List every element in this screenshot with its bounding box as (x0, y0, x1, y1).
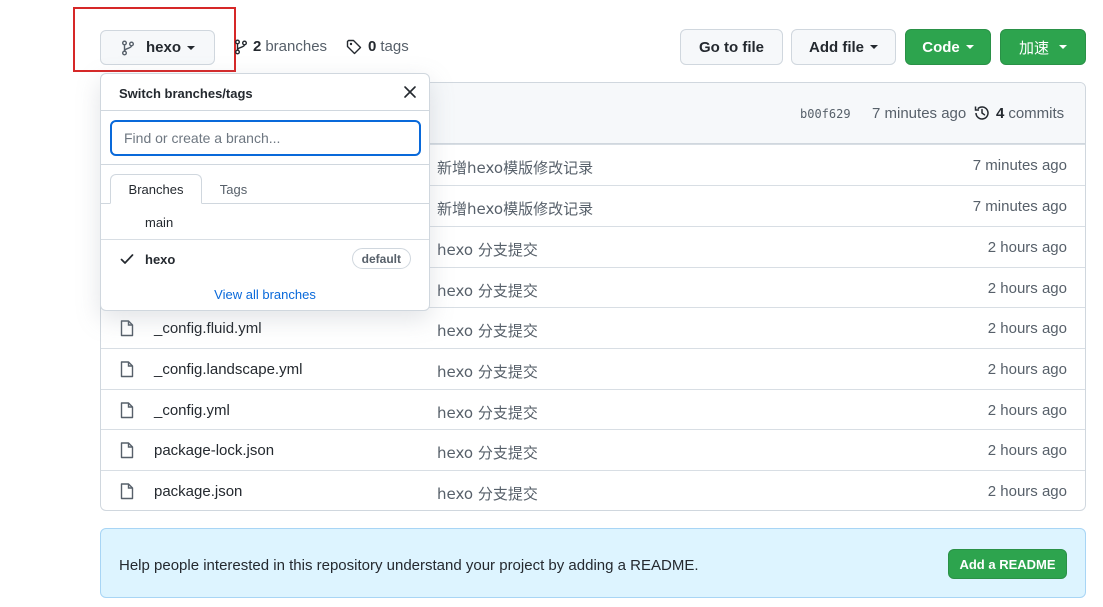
file-time: 2 hours ago (987, 320, 1067, 337)
dropdown-title: Switch branches/tags (119, 86, 253, 101)
tags-count: 0 (368, 38, 377, 55)
file-icon (120, 483, 134, 505)
check-icon (120, 252, 134, 270)
readme-banner-text: Help people interested in this repositor… (119, 557, 699, 574)
file-name[interactable]: package.json (154, 483, 242, 500)
caret-down-icon (965, 45, 974, 49)
code-button[interactable]: Code (905, 29, 991, 65)
tags-label: tags (380, 38, 409, 55)
close-icon[interactable] (403, 85, 417, 104)
file-name[interactable]: _config.fluid.yml (154, 320, 262, 337)
commit-message[interactable]: hexo 分支提交 (437, 442, 538, 463)
tag-icon (346, 39, 368, 55)
divider (101, 110, 429, 111)
file-time: 2 hours ago (987, 402, 1067, 419)
branches-count: 2 (253, 38, 262, 55)
commit-message[interactable]: hexo 分支提交 (437, 483, 538, 504)
commit-message[interactable]: 新增hexo模版修改记录 (437, 157, 593, 178)
caret-down-icon (870, 45, 878, 49)
table-row[interactable]: package.json hexo 分支提交 2 hours ago (101, 470, 1085, 510)
caret-down-icon (187, 45, 195, 50)
commit-message[interactable]: hexo 分支提交 (437, 320, 538, 341)
divider (101, 239, 429, 240)
code-label: Code (922, 38, 960, 56)
branch-search-input[interactable] (110, 120, 421, 156)
file-time: 7 minutes ago (972, 157, 1067, 174)
accelerate-label: 加速 (1018, 38, 1049, 57)
default-badge: default (351, 248, 411, 269)
branches-link[interactable]: 2 branches (233, 38, 327, 55)
file-name[interactable]: package-lock.json (154, 442, 274, 459)
go-to-file-button[interactable]: Go to file (680, 29, 783, 65)
tab-branches[interactable]: Branches (110, 174, 202, 204)
table-row[interactable]: _config.fluid.yml hexo 分支提交 2 hours ago (101, 307, 1085, 348)
git-branch-icon (120, 40, 136, 56)
file-time: 2 hours ago (987, 239, 1067, 256)
tab-tags[interactable]: Tags (211, 174, 256, 204)
file-name[interactable]: _config.landscape.yml (154, 361, 302, 378)
commits-label: commits (1008, 104, 1065, 122)
branch-item-hexo[interactable]: hexo (145, 252, 175, 267)
divider (101, 164, 429, 165)
go-to-file-label: Go to file (699, 38, 764, 56)
commits-count: 4 (996, 104, 1005, 122)
file-icon (120, 320, 134, 342)
git-branch-icon (233, 39, 253, 55)
view-all-branches-link[interactable]: View all branches (101, 287, 429, 302)
commit-hash[interactable]: b00f629 (800, 107, 851, 121)
file-icon (120, 361, 134, 383)
table-row[interactable]: _config.yml hexo 分支提交 2 hours ago (101, 389, 1085, 430)
caret-down-icon (1059, 45, 1067, 49)
add-file-label: Add file (809, 38, 864, 56)
tags-link[interactable]: 0 tags (346, 38, 409, 55)
commit-message[interactable]: hexo 分支提交 (437, 361, 538, 382)
file-time: 2 hours ago (987, 442, 1067, 459)
readme-banner: Help people interested in this repositor… (100, 528, 1086, 598)
branch-select-button[interactable]: hexo (100, 30, 215, 65)
file-icon (120, 442, 134, 464)
file-time: 7 minutes ago (972, 198, 1067, 215)
table-row[interactable]: package-lock.json hexo 分支提交 2 hours ago (101, 429, 1085, 470)
file-name[interactable]: _config.yml (154, 402, 230, 419)
commit-message[interactable]: hexo 分支提交 (437, 239, 538, 260)
history-icon (973, 104, 991, 122)
file-icon (120, 402, 134, 424)
branch-item-main[interactable]: main (145, 215, 173, 230)
add-file-button[interactable]: Add file (791, 29, 896, 65)
commit-message[interactable]: hexo 分支提交 (437, 402, 538, 423)
file-time: 2 hours ago (987, 280, 1067, 297)
commit-message[interactable]: 新增hexo模版修改记录 (437, 198, 593, 219)
commit-message[interactable]: hexo 分支提交 (437, 280, 538, 301)
add-readme-button[interactable]: Add a README (948, 549, 1067, 579)
table-row[interactable]: _config.landscape.yml hexo 分支提交 2 hours … (101, 348, 1085, 389)
file-time: 2 hours ago (987, 361, 1067, 378)
accelerate-button[interactable]: 加速 (1000, 29, 1086, 65)
branch-select-label: hexo (145, 39, 181, 56)
branches-label: branches (265, 38, 328, 55)
commit-time: 7 minutes ago (872, 105, 967, 122)
branch-switcher-dropdown: Switch branches/tags Branches Tags main … (100, 73, 430, 311)
file-time: 2 hours ago (987, 483, 1067, 500)
commits-link[interactable]: 4 commits (973, 104, 1064, 122)
